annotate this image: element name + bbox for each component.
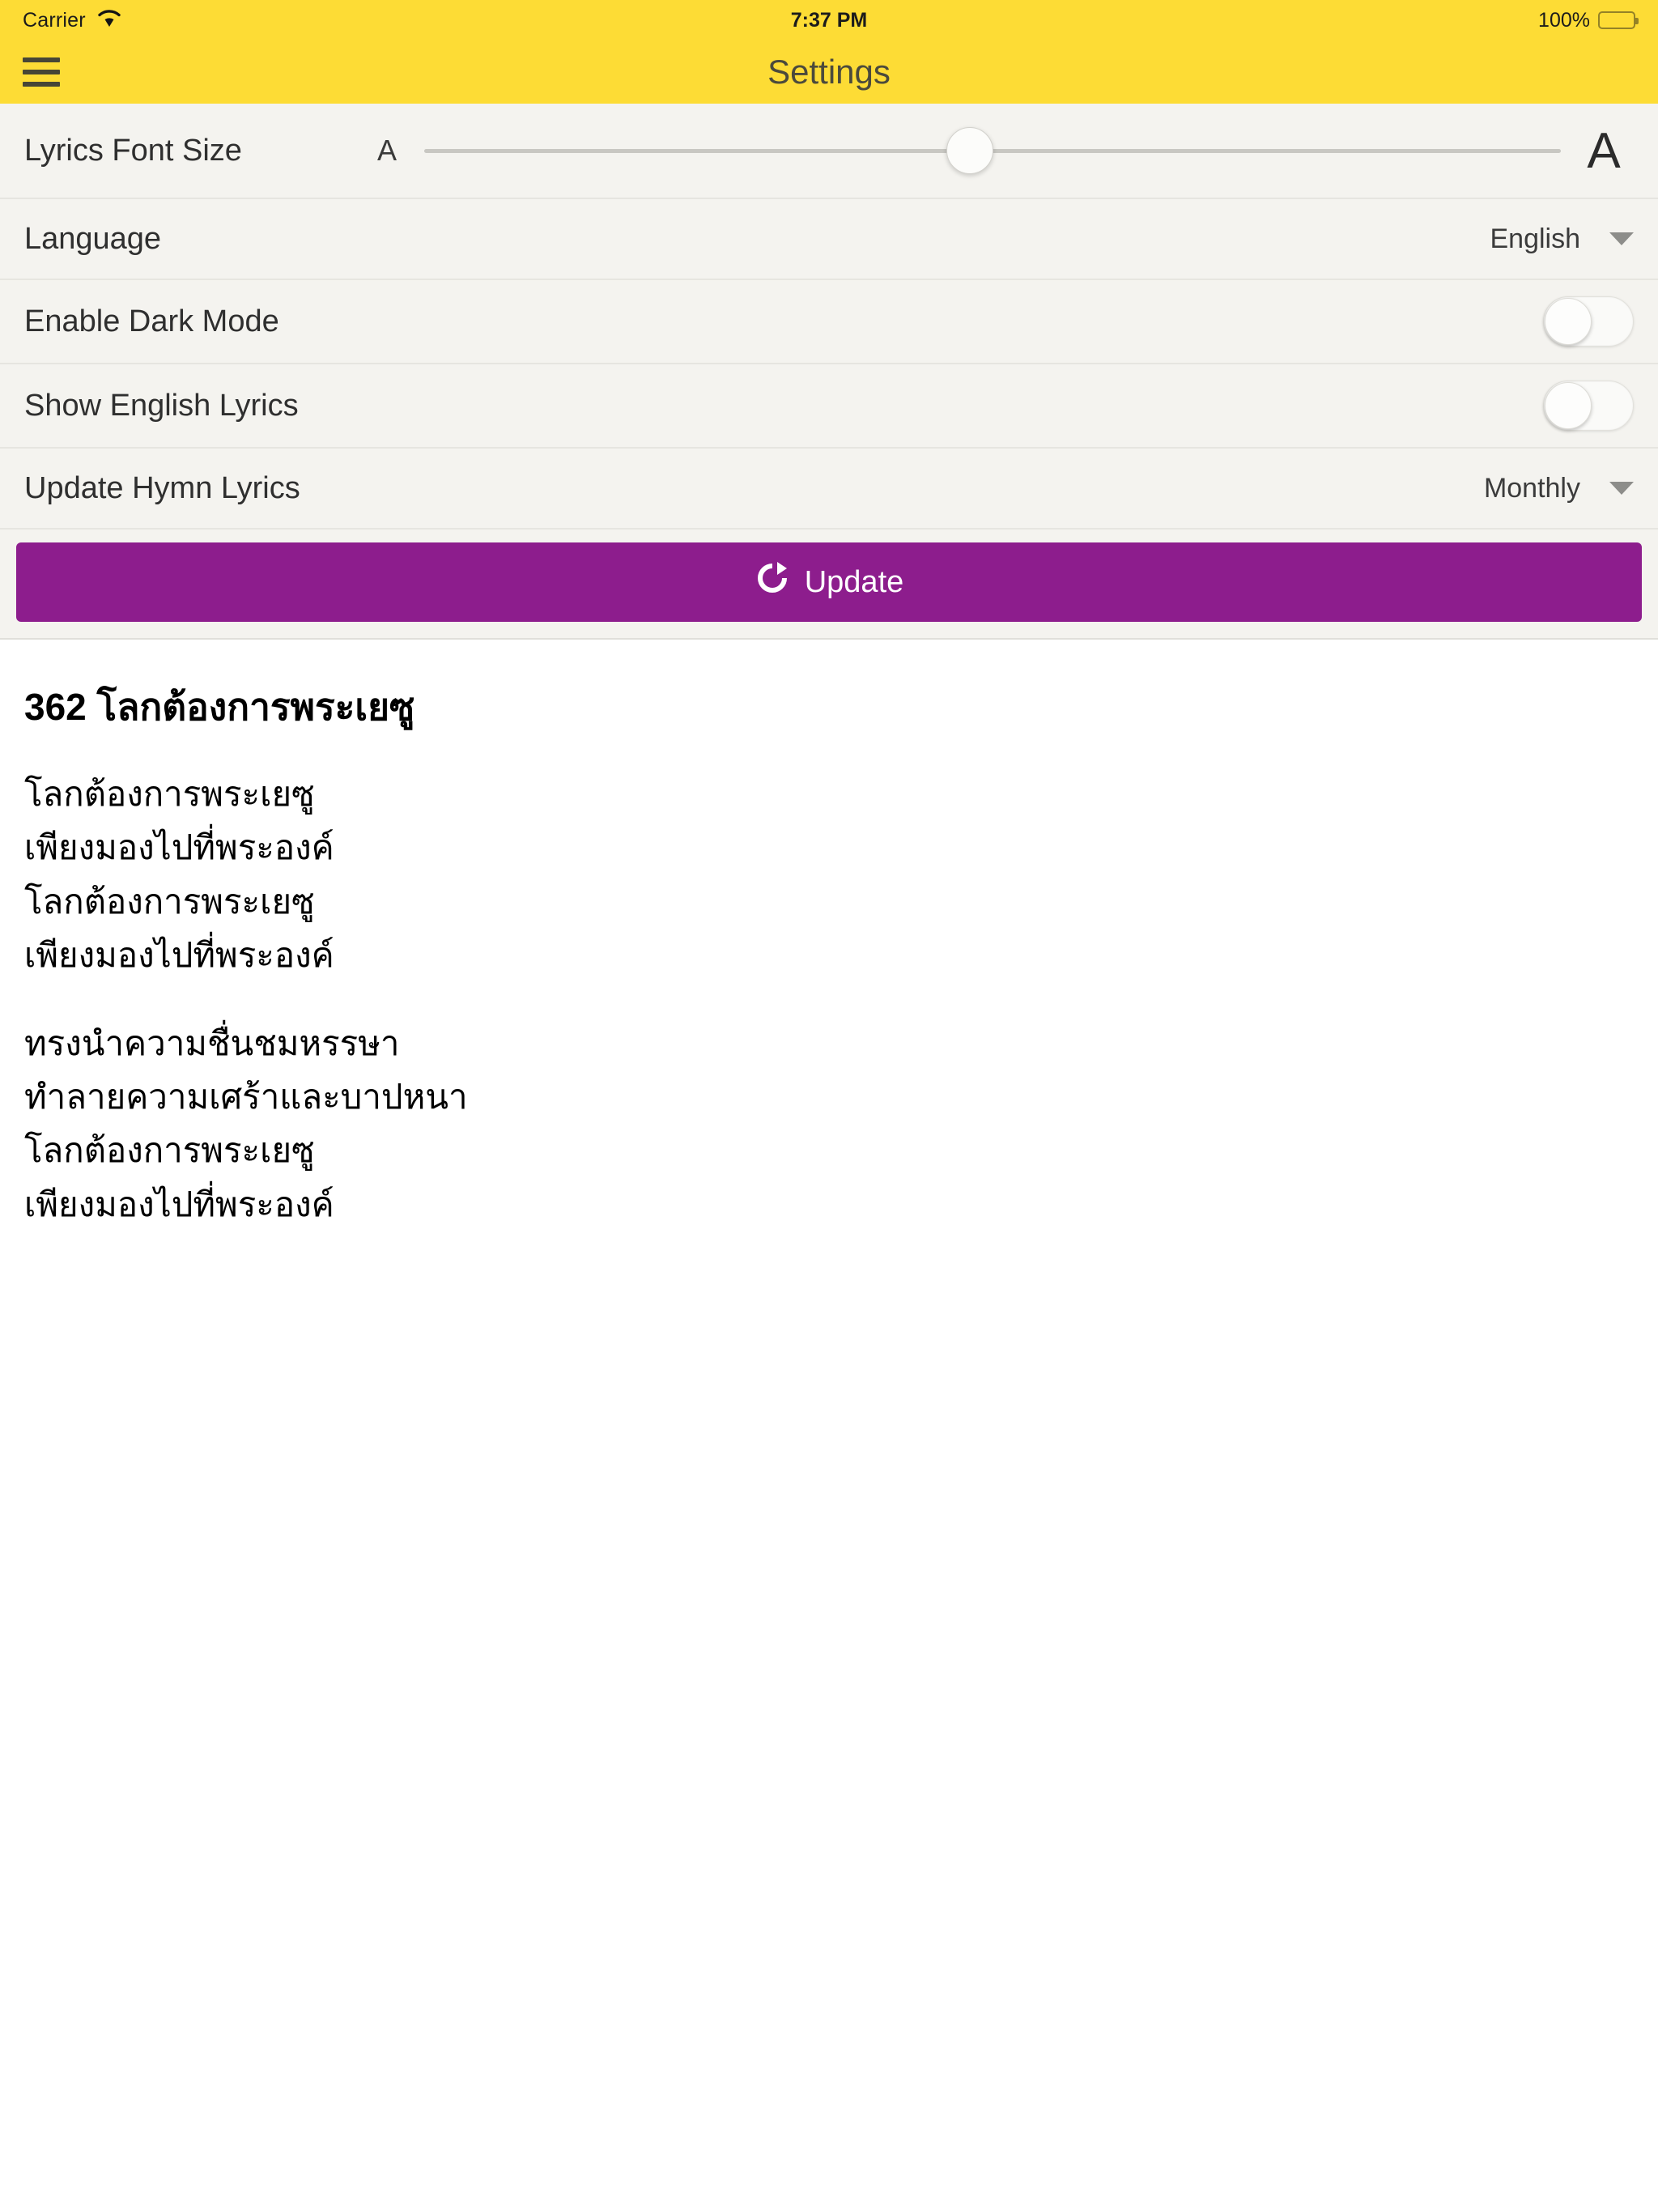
english-lyrics-toggle[interactable] (1543, 381, 1634, 431)
dark-mode-toggle-wrap (1543, 296, 1634, 347)
update-button-label: Update (804, 564, 904, 599)
font-size-slider-area: A A (363, 122, 1634, 180)
dark-mode-toggle[interactable] (1543, 296, 1634, 347)
toggle-knob (1545, 298, 1592, 345)
stanza: โลกต้องการพระเยซู เพียงมองไปที่พระองค์ โลก… (24, 768, 1634, 982)
update-button[interactable]: Update (16, 542, 1642, 622)
hymn-stanzas: โลกต้องการพระเยซู เพียงมองไปที่พระองค์ โลก… (24, 768, 1634, 1231)
status-bar-left: Carrier (23, 9, 121, 32)
language-value: English (1490, 223, 1580, 254)
lyric-line: โลกต้องการพระเยซู (24, 775, 315, 814)
lyric-line: โลกต้องการพระเยซู (24, 1131, 315, 1170)
update-frequency-select[interactable]: Monthly (1484, 473, 1634, 504)
update-button-container: Update (0, 530, 1658, 638)
refresh-icon (755, 560, 790, 604)
font-size-label: Lyrics Font Size (24, 133, 242, 168)
chevron-down-icon[interactable] (1609, 482, 1634, 495)
stanza: ทรงนำความชื่นชมหรรษาทำลายความเศร้าและบาป… (24, 1017, 1634, 1231)
setting-row-update-frequency[interactable]: Update Hymn Lyrics Monthly (0, 449, 1658, 530)
battery-full-icon (1598, 11, 1639, 29)
lyric-line: เพียงมองไปที่พระองค์ (24, 828, 334, 867)
navigation-bar: Settings (0, 40, 1658, 104)
setting-row-font-size: Lyrics Font Size A A (0, 104, 1658, 199)
setting-row-dark-mode: Enable Dark Mode (0, 280, 1658, 364)
status-bar-right: 100% (1538, 8, 1639, 32)
setting-row-english-lyrics: Show English Lyrics (0, 364, 1658, 449)
lyric-line: โลกต้องการพระเยซู (24, 882, 315, 921)
lyric-line: เพียงมองไปที่พระองค์ (24, 1185, 334, 1223)
setting-row-language[interactable]: Language English (0, 199, 1658, 280)
hymn-title: 362 โลกต้องการพระเยซู (24, 686, 415, 728)
font-size-small-glyph: A (376, 134, 397, 167)
slider-thumb[interactable] (946, 127, 993, 174)
lyric-line: เพียงมองไปที่พระองค์ (24, 936, 334, 975)
lyrics-area: 362 โลกต้องการพระเยซู โลกต้องการพระเยซูเ… (0, 640, 1658, 1231)
hamburger-menu-icon[interactable] (23, 57, 60, 87)
font-size-large-glyph: A (1587, 122, 1621, 179)
app-root: Carrier 7:37 PM 100% Settings Lyrics Fon (0, 0, 1658, 2212)
status-bar: Carrier 7:37 PM 100% (0, 0, 1658, 40)
lyric-line: ทรงนำความชื่นชมหรรษา (24, 1023, 400, 1062)
status-bar-time: 7:37 PM (790, 8, 868, 32)
carrier-label: Carrier (23, 8, 86, 32)
lyric-line: ทำลายความเศร้าและบาปหนา (24, 1077, 468, 1116)
settings-panel: Lyrics Font Size A A Language English En… (0, 104, 1658, 640)
wifi-icon (97, 9, 121, 32)
english-lyrics-label: Show English Lyrics (24, 388, 299, 423)
update-frequency-value: Monthly (1483, 472, 1580, 504)
page-title: Settings (767, 53, 891, 91)
dark-mode-label: Enable Dark Mode (24, 304, 279, 338)
font-size-slider[interactable] (424, 126, 1561, 175)
language-select[interactable]: English (1490, 223, 1634, 255)
chevron-down-icon[interactable] (1609, 232, 1634, 245)
toggle-knob (1545, 382, 1592, 429)
battery-percent-label: 100% (1538, 8, 1590, 32)
update-frequency-label: Update Hymn Lyrics (24, 470, 300, 505)
language-label: Language (24, 221, 162, 256)
english-lyrics-toggle-wrap (1543, 381, 1634, 431)
